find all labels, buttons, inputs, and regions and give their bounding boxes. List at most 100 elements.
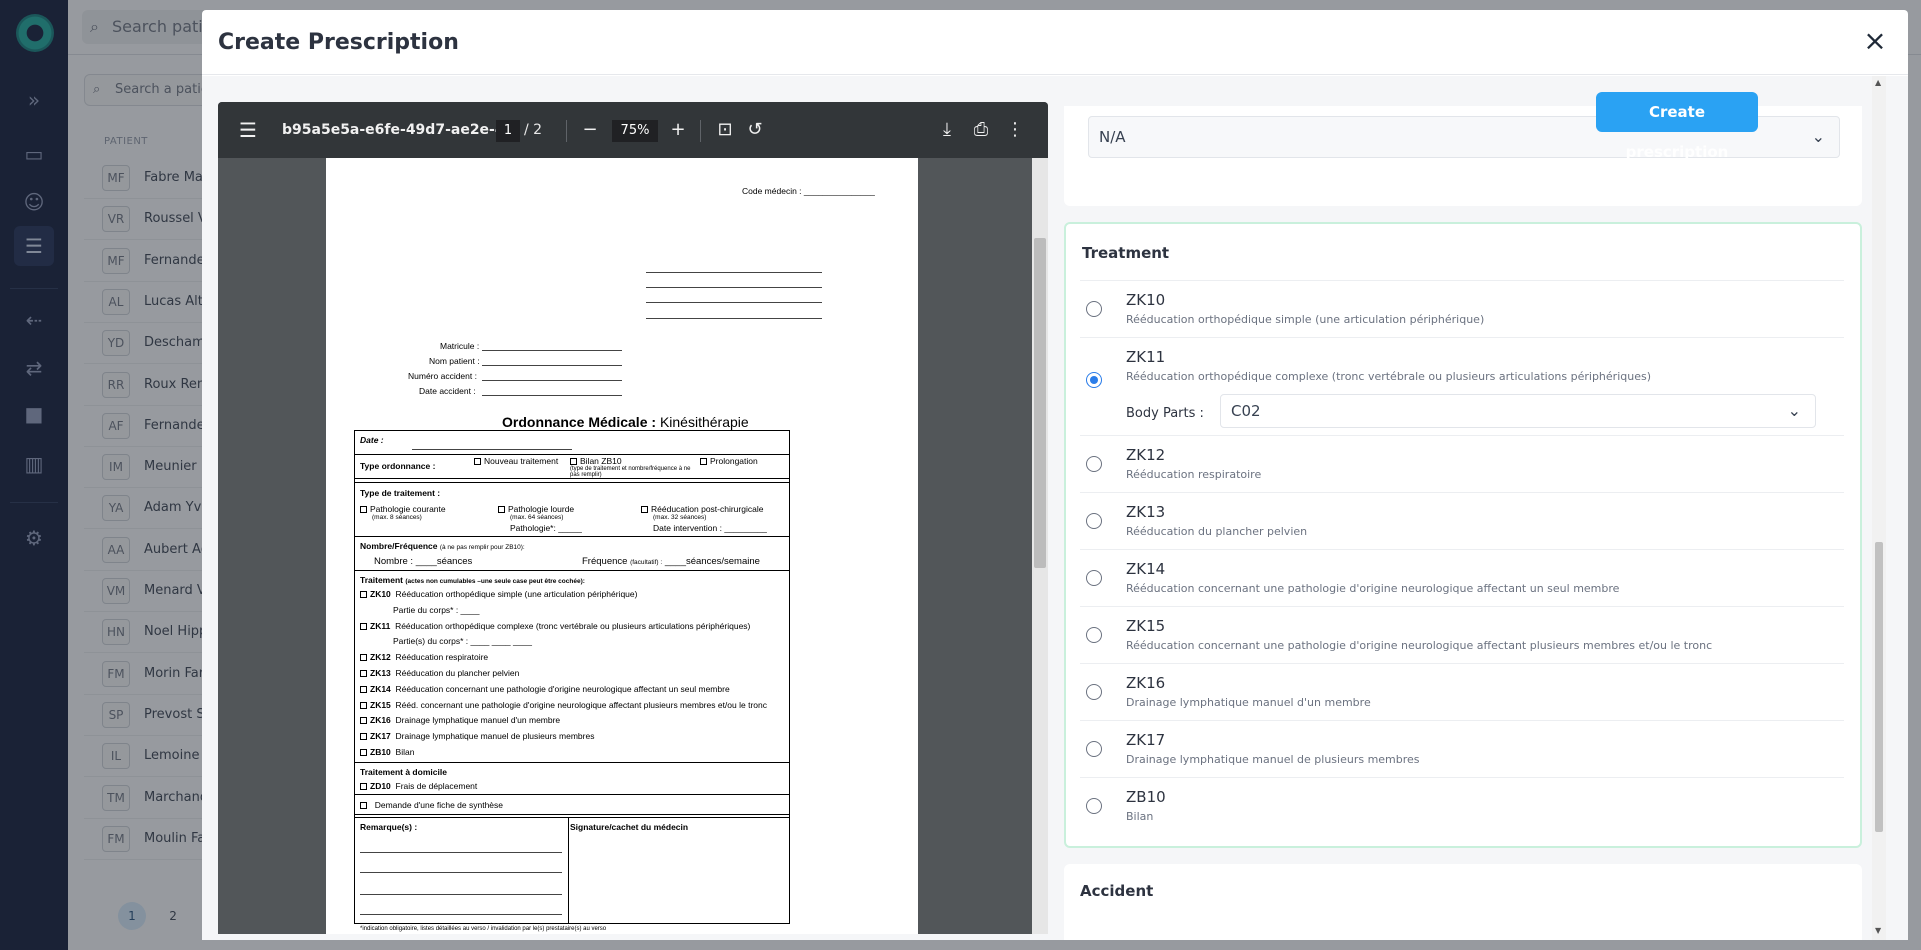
doc-title-rest: Kinésithérapie <box>659 414 749 430</box>
doc-line-code: ZK17 <box>370 731 391 742</box>
radio-button[interactable] <box>1086 456 1102 472</box>
doc-line-text: Bilan <box>395 747 415 757</box>
doc-zd10-code: ZD10 <box>370 781 391 791</box>
doc-nombre-freq-note: (à ne pas remplir pour ZB10): <box>439 544 525 551</box>
doc-frequence-value: ____séances/semaine <box>664 556 760 567</box>
radio-button[interactable] <box>1086 301 1102 317</box>
page-total: / 2 <box>524 122 543 138</box>
treatment-option-zk15[interactable]: ZK15 Rééducation concernant une pathologi… <box>1080 606 1844 663</box>
option-code: ZK15 <box>1126 617 1166 635</box>
page-number-input[interactable]: 1 <box>496 120 520 142</box>
treatment-option-zk16[interactable]: ZK16 Drainage lymphatique manuel d'un mem… <box>1080 663 1844 720</box>
doc-path-courante-label: Pathologie courante <box>370 504 446 514</box>
doc-path-courante-max: (max. 8 séances) <box>372 514 422 521</box>
doc-line-text: Partie du corps* : ____ <box>393 604 480 615</box>
pdf-filename: b95a5e5a-e6fe-49d7-ae2e-4... <box>282 122 521 138</box>
scroll-down-icon[interactable]: ▼ <box>1875 926 1881 935</box>
more-options-icon[interactable]: ⋮ <box>1004 102 1026 158</box>
option-code: ZB10 <box>1126 788 1166 806</box>
body-parts-value: C02 <box>1231 402 1261 420</box>
doc-signature: Signature/cachet du médecin <box>570 822 689 832</box>
modal-body: ☰ b95a5e5a-e6fe-49d7-ae2e-4... 1 / 2 − 7… <box>202 76 1908 940</box>
doc-checkbox <box>360 506 367 513</box>
option-description: Rééducation respiratoire <box>1126 468 1262 481</box>
pdf-toolbar: ☰ b95a5e5a-e6fe-49d7-ae2e-4... 1 / 2 − 7… <box>218 102 1048 158</box>
doc-treatment-line: ZK10 Rééducation orthopédique simple (un… <box>360 589 637 599</box>
body-parts-label: Body Parts : <box>1126 406 1204 421</box>
doc-prolongation-label: Prolongation <box>710 456 758 466</box>
doc-divider <box>354 454 790 455</box>
doc-nombre: Nombre : ____séances <box>374 556 473 567</box>
doc-fiche-label: Demande d'une fiche de synthèse <box>374 800 503 810</box>
doc-path-courante: Pathologie courante <box>360 504 446 514</box>
form-scrollbar-thumb[interactable] <box>1875 542 1883 832</box>
doc-traitement-head: Traitement (actes non cumulables –une se… <box>360 575 585 585</box>
option-description: Rééducation du plancher pelvien <box>1126 525 1308 538</box>
doc-checkbox <box>474 458 481 465</box>
pdf-scrollbar[interactable] <box>1032 158 1048 934</box>
treatment-option-zk12[interactable]: ZK12 Rééducation respiratoire <box>1080 435 1844 492</box>
doc-field-line <box>482 365 622 366</box>
doc-treatment-line: Partie(s) du corps* : ____ ____ ____ <box>393 636 532 646</box>
create-prescription-button[interactable]: Create prescription <box>1596 92 1758 161</box>
doc-bilan-label: Bilan ZB10 <box>580 456 622 466</box>
radio-button[interactable] <box>1086 798 1102 814</box>
doc-checkbox <box>360 685 367 693</box>
doc-line-code: ZK12 <box>370 652 391 663</box>
scroll-up-icon[interactable]: ▲ <box>1875 78 1881 87</box>
fit-page-icon[interactable]: ⊡ <box>714 102 736 158</box>
doc-zd10-text: Frais de déplacement <box>395 781 478 791</box>
radio-button[interactable] <box>1086 627 1102 643</box>
body-parts-select[interactable]: C02 ⌄ <box>1220 394 1816 428</box>
zoom-in-icon[interactable]: + <box>668 102 688 158</box>
option-description: Rééducation orthopédique complexe (tronc… <box>1126 370 1651 383</box>
treatment-title: Treatment <box>1082 244 1170 262</box>
treatment-option-zk10[interactable]: ZK10 Rééducation orthopédique simple (une… <box>1080 280 1844 337</box>
treatment-option-zk17[interactable]: ZK17 Drainage lymphatique manuel de plusi… <box>1080 720 1844 777</box>
doc-path-lourde-label: Pathologie lourde <box>508 504 575 514</box>
radio-button[interactable] <box>1086 513 1102 529</box>
doc-treatment-line: ZK17 Drainage lymphatique manuel de plus… <box>360 731 594 741</box>
chevron-down-icon: ⌄ <box>1811 127 1825 146</box>
radio-button[interactable] <box>1086 741 1102 757</box>
doc-address-line <box>646 302 822 303</box>
doc-divider <box>354 570 790 571</box>
doc-line-text: Rééducation orthopédique complexe (tronc… <box>395 620 751 631</box>
doc-line-code: ZK10 <box>370 589 391 599</box>
doc-line-text: Rééd. concernant une pathologie d'origin… <box>395 699 767 710</box>
menu-icon[interactable]: ☰ <box>236 102 260 158</box>
zoom-input[interactable]: 75% <box>612 120 658 142</box>
treatment-option-zk13[interactable]: ZK13 Rééducation du plancher pelvien <box>1080 492 1844 549</box>
doc-checkbox <box>360 802 367 809</box>
close-icon[interactable]: × <box>1860 26 1890 56</box>
doc-nombre-freq: Nombre/Fréquence (à ne pas remplir pour … <box>360 541 525 551</box>
doc-line-text: Rééducation du plancher pelvien <box>395 668 520 678</box>
radio-button[interactable] <box>1086 570 1102 586</box>
treatment-option-zk14[interactable]: ZK14 Rééducation concernant une pathologi… <box>1080 549 1844 606</box>
radio-button[interactable] <box>1086 684 1102 700</box>
print-icon[interactable]: ⎙ <box>970 102 992 158</box>
zoom-out-icon[interactable]: − <box>580 102 600 158</box>
doc-checkbox <box>360 701 367 709</box>
doc-path-lourde: Pathologie lourde <box>498 504 574 514</box>
doc-line-text: Rééducation concernant une pathologie d'… <box>395 683 730 694</box>
doc-fiche: Demande d'une fiche de synthèse <box>360 800 503 810</box>
toolbar-divider <box>700 120 701 142</box>
modal-header: Create Prescription × <box>202 10 1908 75</box>
download-icon[interactable]: ⤓ <box>936 102 958 158</box>
doc-address-line <box>646 318 822 319</box>
doc-matricule: Matricule : <box>440 341 480 351</box>
rotate-icon[interactable]: ↺ <box>744 102 766 158</box>
doc-nombre-freq-label: Nombre/Fréquence <box>360 541 438 551</box>
doc-line-code: ZB10 <box>370 747 391 757</box>
pdf-scrollbar-thumb[interactable] <box>1034 238 1046 568</box>
doc-checkbox <box>360 733 367 741</box>
doc-remarques: Remarque(s) : <box>360 822 418 832</box>
treatment-option-zk11[interactable]: ZK11 Rééducation orthopédique complexe (t… <box>1080 337 1844 435</box>
doc-divider <box>568 817 569 924</box>
doc-field-line <box>482 380 622 381</box>
treatment-option-zb10[interactable]: ZB10 Bilan <box>1080 777 1844 834</box>
radio-button[interactable] <box>1086 372 1102 388</box>
form-scrollbar[interactable]: ▲ ▼ <box>1872 76 1886 940</box>
doc-title-bold: Ordonnance Médicale : <box>502 414 657 430</box>
